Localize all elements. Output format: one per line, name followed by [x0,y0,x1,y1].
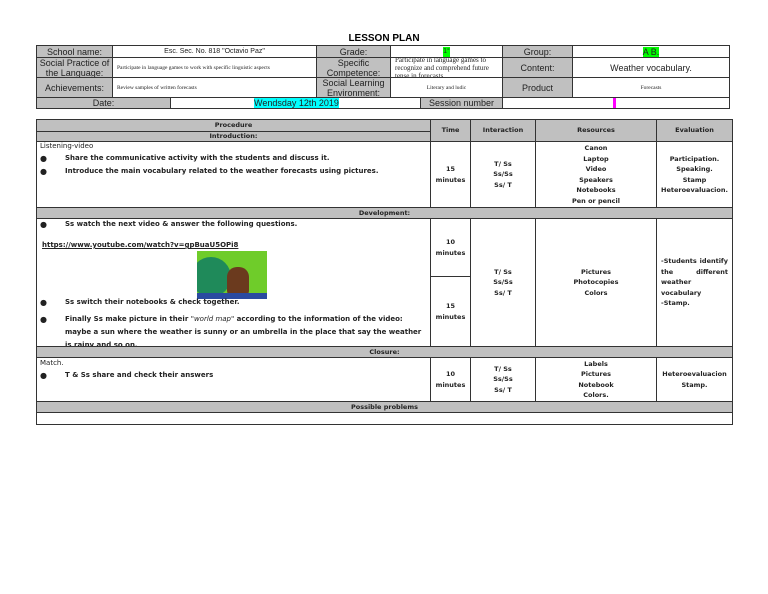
development-time-1: 10 minutes [430,218,471,277]
development-time-2: 15 minutes [430,276,471,347]
social-practice: Participate in language games to work wi… [112,57,317,78]
closure-evaluation: Heteroevaluacion Stamp. [656,357,733,402]
closure-resources: Labels Pictures Notebook Colors. [535,357,657,402]
list-item: T & Ss share and check their answers [40,371,213,380]
list-item: Ss watch the next video & answer the fol… [40,220,297,229]
evaluation-header: Evaluation [656,119,733,142]
session-label: Session number [420,97,503,109]
map-shape [197,257,231,297]
content-label: Content: [502,57,573,78]
interaction-header: Interaction [470,119,536,142]
video-thumbnail[interactable] [197,251,267,299]
development-interaction: T/ Ss Ss/Ss Ss/ T [470,218,536,347]
page-title: LESSON PLAN [348,33,420,44]
introduction-title: Listening-video [40,142,94,150]
date: Wendsday 12th 2019 [254,98,339,108]
competence: Participate in language games to recogni… [390,57,503,78]
grade: 1° [443,46,450,57]
list-item: Introduce the main vocabulary related to… [40,167,378,176]
social-practice-label: Social Practice of the Language: [36,57,113,78]
date-label: Date: [36,97,171,109]
environment: Literary and ludic [390,77,503,98]
development-evaluation: -Students identify the different weather… [656,218,733,347]
closure-cell [36,357,431,402]
resources-header: Resources [535,119,657,142]
introduction-evaluation: Participation. Speaking. Stamp Heteroeva… [656,141,733,208]
moose-figure [227,267,249,295]
list-item: Ss switch their notebooks & check togeth… [40,298,239,307]
closure-time: 10 minutes [430,357,471,402]
session: 1 [613,98,617,108]
group: A B. [642,46,660,57]
world-map-text: "world map" [190,315,235,323]
closure-interaction: T/ Ss Ss/Ss Ss/ T [470,357,536,402]
list-item: Share the communicative activity with th… [40,154,330,163]
content: Weather vocabulary. [572,57,730,78]
achievements: Review samples of written forecasts [112,77,317,98]
introduction-time: 15 minutes [430,141,471,208]
session-cell: 1 [502,97,730,109]
date-cell: Wendsday 12th 2019 [170,97,421,109]
product-label: Product [502,77,573,98]
video-link[interactable]: https://www.youtube.com/watch?v=gpBuaU5O… [42,241,238,249]
achievements-label: Achievements: [36,77,113,98]
possible-problems-cell [36,412,733,425]
closure-title: Match. [40,359,64,367]
text: Finally Ss make picture in their [65,315,191,323]
introduction-interaction: T/ Ss Ss/Ss Ss/ T [470,141,536,208]
environment-label: Social Learning Environment: [316,77,391,98]
product: Forecasts [572,77,730,98]
time-header: Time [430,119,471,142]
introduction-resources: Canon Laptop Video Speakers Notebooks Pe… [535,141,657,208]
development-resources: Pictures Photocopies Colors [535,218,657,347]
competence-label: Specific Competence: [316,57,391,78]
